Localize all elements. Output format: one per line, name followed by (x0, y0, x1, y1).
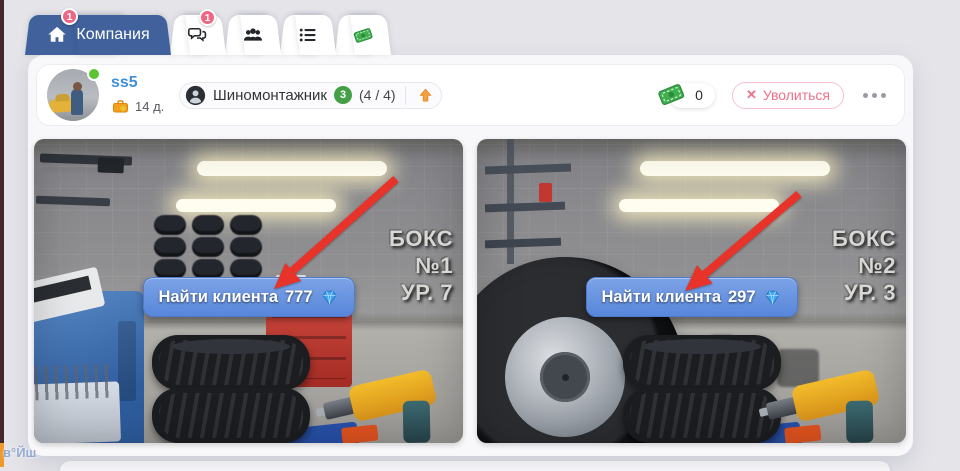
tire-stack (623, 335, 783, 443)
find-client-button[interactable]: Найти клиента 777 (142, 277, 354, 317)
money-ticket-icon (352, 24, 374, 46)
box-label: БОКС №1 УР. 7 (389, 225, 453, 306)
online-status-dot (87, 67, 101, 81)
ceiling-light (619, 199, 779, 212)
power-drill (758, 355, 906, 443)
tire (152, 335, 310, 390)
box-label: БОКС №2 УР. 3 (832, 225, 896, 306)
tab-company[interactable]: 1 Компания (25, 15, 171, 55)
balance-value: 0 (695, 87, 703, 103)
power-drill (315, 355, 463, 443)
pin-gauge-tray (34, 381, 121, 443)
wall-shelf (485, 238, 561, 249)
tire-stack (152, 335, 312, 443)
ceiling-light (176, 199, 336, 212)
up-arrow-icon (416, 86, 435, 105)
tire (623, 388, 781, 443)
quit-job-button[interactable]: ✕ Уволиться (732, 82, 844, 109)
briefcase-icon (111, 97, 130, 116)
upgrade-profession-button[interactable] (415, 84, 437, 106)
profession-label: Шиномонтажник (213, 87, 327, 104)
company-badge: 1 (61, 8, 78, 25)
chat-badge: 1 (199, 9, 216, 26)
tab-list[interactable] (280, 15, 336, 55)
profession-icon (185, 85, 206, 106)
tire (623, 335, 781, 390)
diamond-icon (763, 288, 782, 307)
more-options-button[interactable] (861, 89, 888, 102)
quit-job-label: Уволиться (763, 87, 830, 103)
list-icon (297, 24, 319, 46)
garage-box-1: БОКС №1 УР. 7 Найти клиента 777 (34, 139, 463, 443)
wall-shelf (36, 196, 110, 207)
avatar[interactable] (47, 69, 99, 121)
username-link[interactable]: ss5 (111, 74, 167, 92)
garage-box-2: БОКС №2 УР. 3 Найти клиента 297 (477, 139, 906, 443)
floor-object (709, 335, 735, 385)
wheel-hub (540, 352, 590, 402)
profession-level-badge: 3 (334, 86, 352, 104)
floor-object (777, 349, 819, 387)
wall-shelf (485, 164, 571, 175)
wall-shelf (40, 153, 132, 165)
work-days-label: 14 д. (135, 99, 164, 114)
capacity-label: (4 / 4) (359, 87, 396, 103)
tab-chat[interactable]: 1 (170, 15, 226, 55)
jerry-can (539, 183, 552, 202)
ceiling-light (640, 161, 830, 176)
close-icon: ✕ (746, 87, 757, 103)
people-icon (242, 24, 264, 46)
profession-pill: Шиномонтажник 3 (4 / 4) (179, 82, 442, 109)
shelf-pole (507, 139, 514, 264)
diamond-icon (320, 288, 339, 307)
trolley-jack (271, 422, 359, 443)
home-icon (46, 24, 68, 46)
tab-money[interactable] (335, 15, 391, 55)
trolley-jack (714, 422, 802, 443)
balance-display: 0 (656, 83, 715, 108)
tab-company-label: Компания (76, 26, 149, 44)
chat-icon (187, 24, 209, 46)
next-card-edge (60, 461, 890, 471)
ceiling-light (197, 161, 387, 176)
tire (152, 388, 310, 443)
tab-members[interactable] (225, 15, 281, 55)
tab-bar: 1 Компания 1 (25, 15, 391, 55)
wall-shelf (485, 202, 565, 213)
employee-card: ss5 14 д. Шиномонтажник 3 (4 / 4) (36, 64, 905, 126)
work-days: 14 д. (111, 97, 167, 116)
find-client-button[interactable]: Найти клиента 297 (585, 277, 797, 317)
divider (405, 86, 406, 105)
browser-edge-strip (0, 0, 4, 467)
money-ticket-icon (656, 79, 686, 109)
tire-changer-machine (34, 291, 144, 443)
wheel-rim (505, 317, 625, 437)
status-bar-link-text: в°Йш (3, 445, 36, 460)
company-panel: ss5 14 д. Шиномонтажник 3 (4 / 4) (28, 55, 913, 456)
